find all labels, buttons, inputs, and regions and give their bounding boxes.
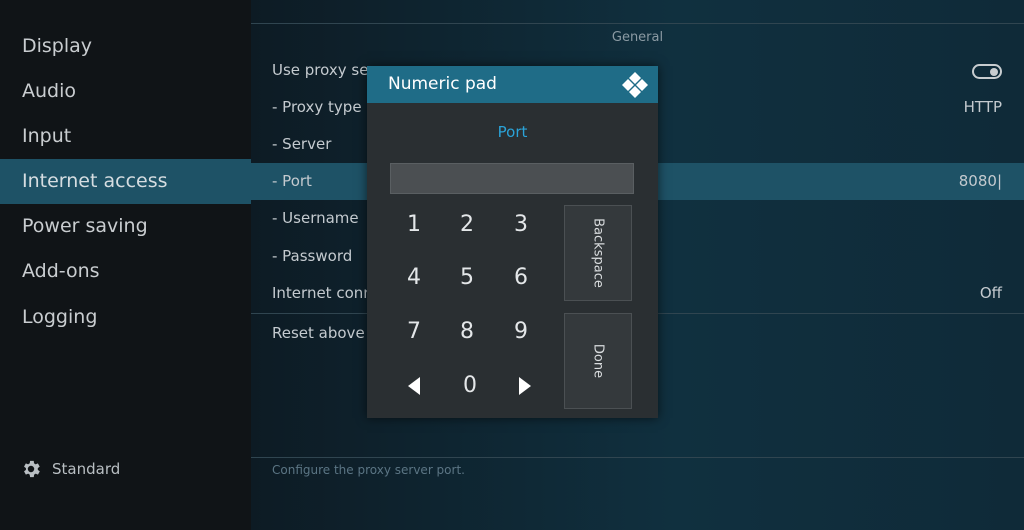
setting-label: - Server — [272, 135, 332, 153]
setting-label: - Username — [272, 209, 359, 227]
divider — [251, 23, 1024, 24]
key-1[interactable]: 1 — [388, 203, 440, 247]
sidebar-item-display[interactable]: Display — [0, 24, 251, 69]
key-3[interactable]: 3 — [495, 203, 547, 247]
arrow-right-button[interactable] — [499, 364, 551, 408]
sidebar-item-logging[interactable]: Logging — [0, 295, 251, 340]
sidebar-item-audio[interactable]: Audio — [0, 69, 251, 114]
key-0[interactable]: 0 — [444, 364, 496, 408]
numeric-pad-dialog: Numeric pad Port 1 2 3 4 5 6 7 8 9 0 Bac… — [367, 66, 658, 418]
sidebar: Display Audio Input Internet access Powe… — [0, 0, 251, 530]
field-label: Port — [497, 123, 528, 141]
arrow-left-icon — [408, 377, 420, 395]
key-7[interactable]: 7 — [388, 310, 440, 354]
setting-label: - Proxy type — [272, 98, 362, 116]
divider — [251, 457, 1024, 458]
done-button[interactable]: Done — [564, 313, 632, 409]
arrow-left-button[interactable] — [388, 364, 440, 408]
settings-level-button[interactable]: Standard — [20, 456, 120, 482]
done-label: Done — [590, 343, 606, 379]
dialog-header: Numeric pad — [367, 66, 658, 103]
numeric-input-field[interactable] — [390, 163, 634, 194]
setting-value: 8080| — [958, 172, 1002, 190]
key-2[interactable]: 2 — [441, 203, 493, 247]
key-9[interactable]: 9 — [495, 310, 547, 354]
setting-label: - Port — [272, 172, 312, 190]
sidebar-item-power-saving[interactable]: Power saving — [0, 204, 251, 249]
kodi-logo-icon — [622, 72, 648, 98]
toggle-switch[interactable] — [972, 64, 1002, 79]
setting-label: Internet conn — [272, 284, 373, 302]
dialog-title: Numeric pad — [388, 74, 497, 94]
setting-value: Off — [979, 284, 1002, 302]
key-4[interactable]: 4 — [388, 256, 440, 300]
sidebar-item-add-ons[interactable]: Add-ons — [0, 249, 251, 294]
setting-value: HTTP — [963, 98, 1002, 116]
section-title: General — [611, 30, 664, 45]
sidebar-item-internet-access[interactable]: Internet access — [0, 159, 251, 204]
setting-description: Configure the proxy server port. — [272, 463, 465, 477]
key-6[interactable]: 6 — [495, 256, 547, 300]
toggle-knob — [990, 68, 998, 76]
backspace-label: Backspace — [590, 218, 606, 288]
setting-label: Reset above s — [272, 324, 378, 342]
key-5[interactable]: 5 — [441, 256, 493, 300]
backspace-button[interactable]: Backspace — [564, 205, 632, 301]
sidebar-item-input[interactable]: Input — [0, 114, 251, 159]
key-8[interactable]: 8 — [441, 310, 493, 354]
setting-label: Use proxy ser — [272, 61, 375, 79]
setting-label: - Password — [272, 247, 353, 265]
gear-icon — [24, 460, 40, 478]
arrow-right-icon — [519, 377, 531, 395]
settings-level-label: Standard — [52, 460, 121, 478]
